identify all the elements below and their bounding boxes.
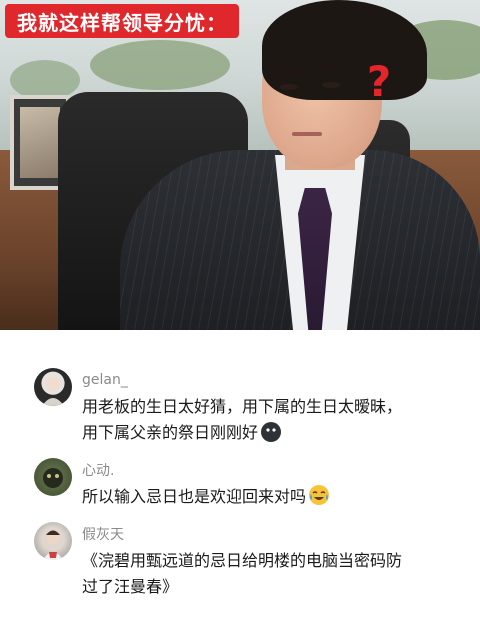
comment-line: 《浣碧用甄远道的忌日给明楼的电脑当密码防 [82, 551, 403, 570]
meme-photo: ? 我就这样帮领导分忧： [0, 0, 480, 330]
left-eye [280, 84, 298, 90]
right-eye [322, 82, 340, 88]
caption-text: 我就这样帮领导分忧： [17, 10, 227, 35]
svg-text:?: ? [367, 58, 391, 106]
mouth [292, 132, 322, 136]
comment-line: 所以输入忌日也是欢迎回来对吗 [82, 487, 307, 506]
comment-username[interactable]: 心动. [82, 460, 114, 480]
caption-banner: 我就这样帮领导分忧： [5, 4, 239, 38]
comment-text: 《浣碧用甄远道的忌日给明楼的电脑当密码防 过了汪曼春》 [82, 548, 442, 600]
comment-line: 用老板的生日太好猜，用下属的生日太暧昧， [82, 397, 403, 416]
comment-text: 用老板的生日太好猜，用下属的生日太暧昧， 用下属父亲的祭日刚刚好 [82, 394, 442, 446]
user-avatar[interactable] [34, 522, 72, 560]
user-avatar[interactable] [34, 368, 72, 406]
comment-username[interactable]: 假灰天 [82, 524, 124, 544]
comment-line: 过了汪曼春》 [82, 577, 179, 596]
tears-of-joy-emoji-icon [309, 485, 330, 505]
avatar-cat-icon [43, 468, 63, 488]
question-mark-icon: ? [367, 58, 391, 106]
user-avatar[interactable] [34, 458, 72, 496]
dark-blob-emoji-icon [261, 422, 282, 442]
comment-line-with-emoji: 用下属父亲的祭日刚刚好 [82, 420, 442, 446]
comment-username[interactable]: gelan_ [82, 372, 128, 388]
avatar-child-icon [43, 530, 63, 560]
comment-list: gelan_ 用老板的生日太好猜，用下属的生日太暧昧， 用下属父亲的祭日刚刚好 … [0, 330, 480, 640]
comment-line-with-emoji: 所以输入忌日也是欢迎回来对吗 [82, 484, 442, 510]
comment-line: 用下属父亲的祭日刚刚好 [82, 423, 259, 442]
comment-text: 所以输入忌日也是欢迎回来对吗 [82, 484, 442, 510]
avatar-portrait-icon [42, 377, 64, 406]
